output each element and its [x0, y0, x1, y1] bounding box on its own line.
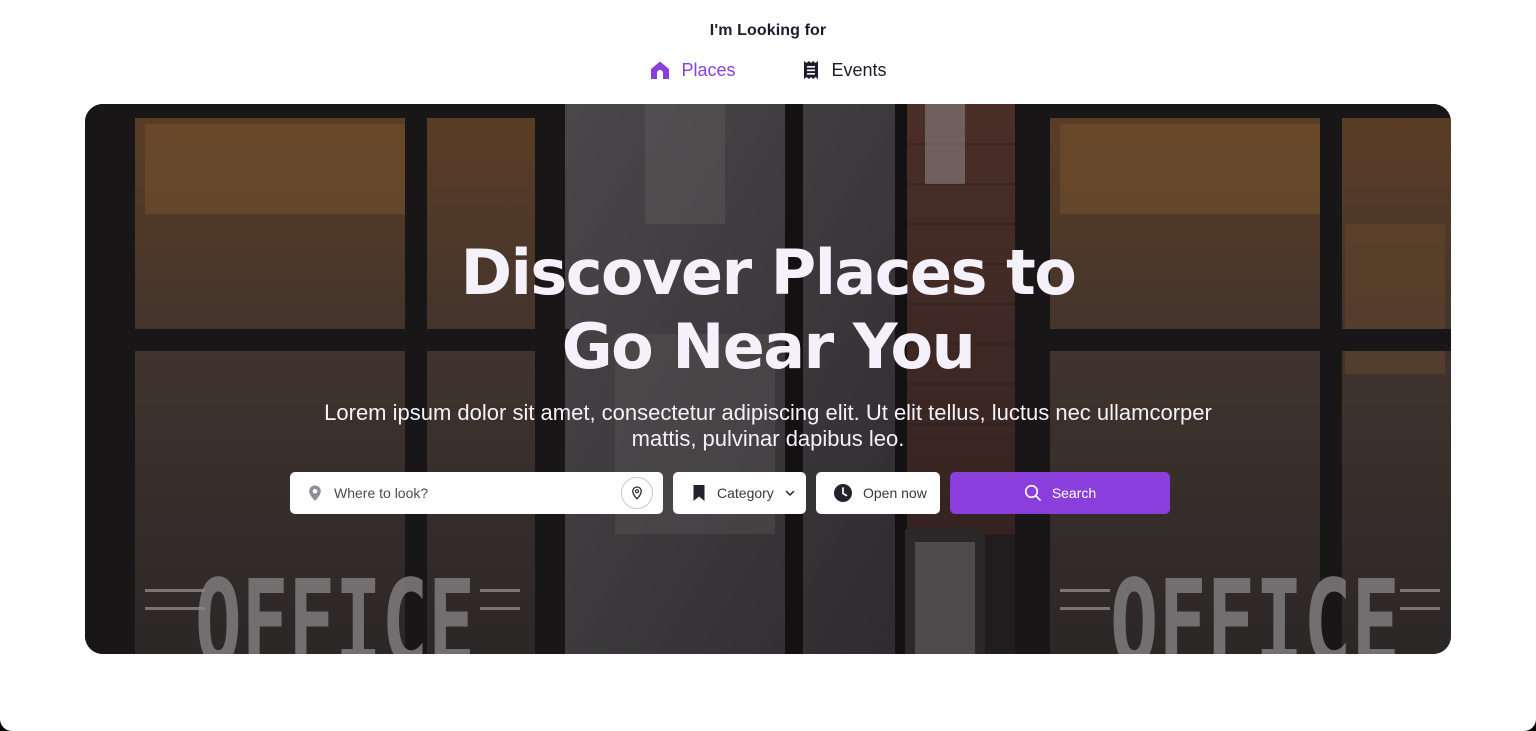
- tab-events[interactable]: Events: [800, 56, 887, 84]
- tab-places[interactable]: Places: [649, 56, 736, 84]
- hero-title-line-2: Go Near You: [561, 310, 976, 383]
- tab-events-label: Events: [831, 59, 887, 80]
- chevron-down-icon: [784, 487, 796, 499]
- location-pin-icon: [632, 486, 642, 500]
- hero-subtitle: Lorem ipsum dolor sit amet, consectetur …: [285, 400, 1251, 452]
- looking-for-label: I'm Looking for: [709, 22, 827, 39]
- clock-icon: [833, 483, 853, 503]
- hero-subtitle-line-1: Lorem ipsum dolor sit amet, consectetur …: [324, 400, 1212, 425]
- search-bar: Where to look? Category Open now Search: [290, 472, 1170, 514]
- search-button-label: Search: [1051, 485, 1097, 501]
- hero-title-line-1: Discover Places to: [460, 236, 1077, 309]
- page: I'm Looking for Places Events OFFICE OFF…: [0, 0, 1536, 731]
- location-field[interactable]: Where to look?: [290, 472, 663, 514]
- hero-title: Discover Places to Go Near You: [85, 236, 1451, 384]
- location-input[interactable]: Where to look?: [334, 485, 621, 501]
- category-dropdown[interactable]: Category: [673, 472, 806, 514]
- search-button[interactable]: Search: [950, 472, 1170, 514]
- category-label: Category: [717, 485, 774, 501]
- hero-banner: OFFICE OFFICE Discover Places to Go Near…: [85, 104, 1451, 654]
- open-now-toggle[interactable]: Open now: [816, 472, 940, 514]
- open-now-label: Open now: [863, 485, 927, 501]
- tab-places-label: Places: [681, 59, 736, 80]
- hero-subtitle-line-2: mattis, pulvinar dapibus leo.: [631, 426, 905, 451]
- locate-me-button[interactable]: [621, 477, 653, 509]
- receipt-icon: [800, 59, 822, 81]
- home-icon: [649, 59, 671, 81]
- search-type-tabs: Places Events: [0, 56, 1536, 84]
- bookmark-icon: [691, 484, 707, 502]
- map-pin-icon: [306, 484, 324, 502]
- search-icon: [1024, 484, 1042, 502]
